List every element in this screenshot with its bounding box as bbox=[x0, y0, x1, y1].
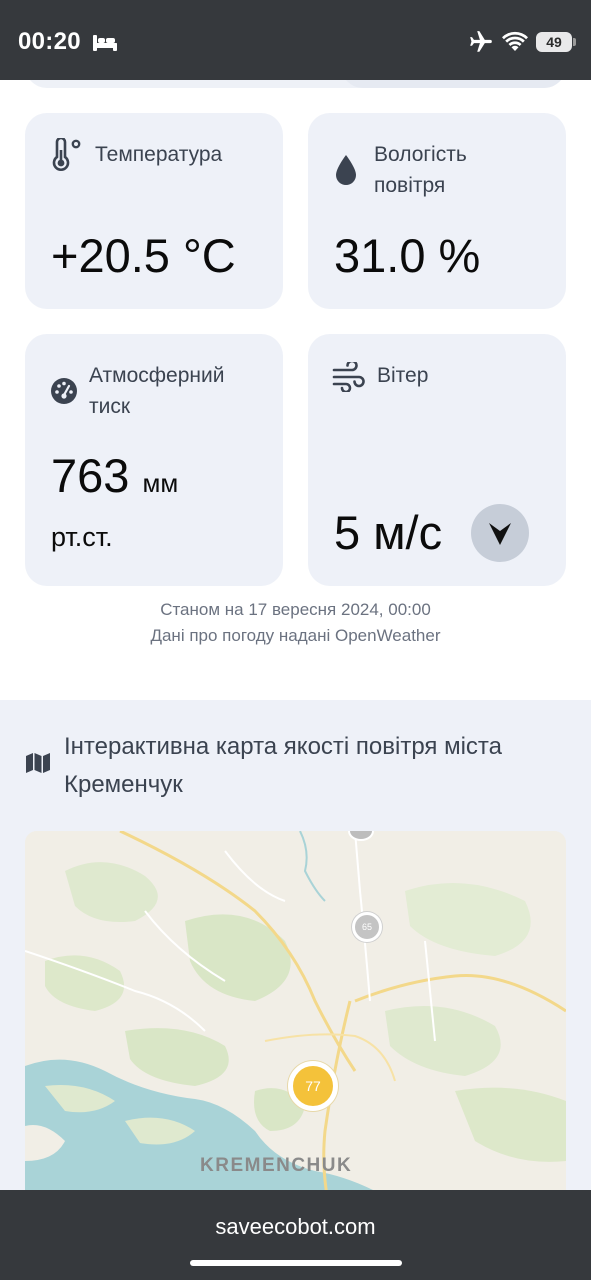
pressure-card: Атмосферний тиск 763 мм рт.ст. bbox=[25, 334, 283, 586]
pressure-value-line: 763 мм bbox=[51, 450, 178, 509]
wind-value: 5 м/с bbox=[334, 506, 443, 559]
gauge-icon bbox=[51, 378, 77, 404]
humidity-label: Вологість повітря bbox=[374, 143, 467, 197]
humidity-card: Вологість повітря 31.0 % bbox=[308, 113, 566, 309]
bed-icon bbox=[93, 35, 117, 51]
wifi-icon bbox=[502, 31, 528, 51]
map-city-label: KREMENCHUK bbox=[200, 1155, 353, 1176]
screen: 00:20 49 Температура +20.5 °C Вологість … bbox=[0, 0, 591, 1280]
battery-icon: 49 bbox=[536, 32, 572, 52]
weather-provider: Дані про погоду надані OpenWeather bbox=[150, 626, 441, 645]
temperature-value: +20.5 °C bbox=[51, 229, 236, 282]
temperature-card: Температура +20.5 °C bbox=[25, 113, 283, 309]
pressure-value: 763 bbox=[51, 449, 130, 502]
page-content[interactable]: Температура +20.5 °C Вологість повітря 3… bbox=[0, 80, 591, 1190]
wind-direction-indicator bbox=[471, 504, 529, 562]
address-bar[interactable]: saveecobot.com bbox=[0, 1214, 591, 1240]
weather-timestamp: Станом на 17 вересня 2024, 00:00 bbox=[160, 600, 431, 619]
wind-label: Вітер bbox=[377, 364, 429, 387]
thermometer-icon bbox=[52, 138, 81, 171]
map-canvas[interactable] bbox=[25, 831, 566, 1190]
aqi-marker-77-value: 77 bbox=[305, 1078, 321, 1094]
aqi-marker-65-value: 65 bbox=[361, 922, 372, 932]
previous-card-fragment bbox=[25, 80, 566, 88]
wind-icon bbox=[332, 362, 365, 392]
aqi-marker-65[interactable]: 65 bbox=[352, 912, 382, 942]
battery-cap bbox=[573, 38, 576, 46]
airplane-icon bbox=[470, 31, 492, 52]
pressure-label: Атмосферний тиск bbox=[89, 364, 225, 418]
pressure-unit-line2: рт.ст. bbox=[51, 522, 113, 552]
wind-card: Вітер 5 м/с bbox=[308, 334, 566, 586]
arrow-down-icon bbox=[489, 523, 511, 545]
droplet-icon bbox=[336, 155, 356, 185]
status-time: 00:20 bbox=[18, 28, 81, 55]
status-bar: 00:20 49 bbox=[0, 0, 591, 80]
air-quality-map-section: Інтерактивна карта якості повітря міста … bbox=[0, 700, 591, 1190]
browser-bottom-bar: saveecobot.com bbox=[0, 1190, 591, 1280]
humidity-value: 31.0 % bbox=[334, 229, 481, 282]
pressure-unit: мм bbox=[142, 468, 179, 498]
temperature-label: Температура bbox=[95, 143, 223, 166]
air-quality-map[interactable]: 65 77 KREMENCHUK bbox=[25, 831, 566, 1190]
home-indicator[interactable] bbox=[190, 1260, 402, 1266]
map-section-title: Інтерактивна карта якості повітря міста … bbox=[64, 733, 502, 798]
aqi-marker-77[interactable]: 77 bbox=[288, 1061, 338, 1111]
map-icon bbox=[26, 753, 50, 773]
